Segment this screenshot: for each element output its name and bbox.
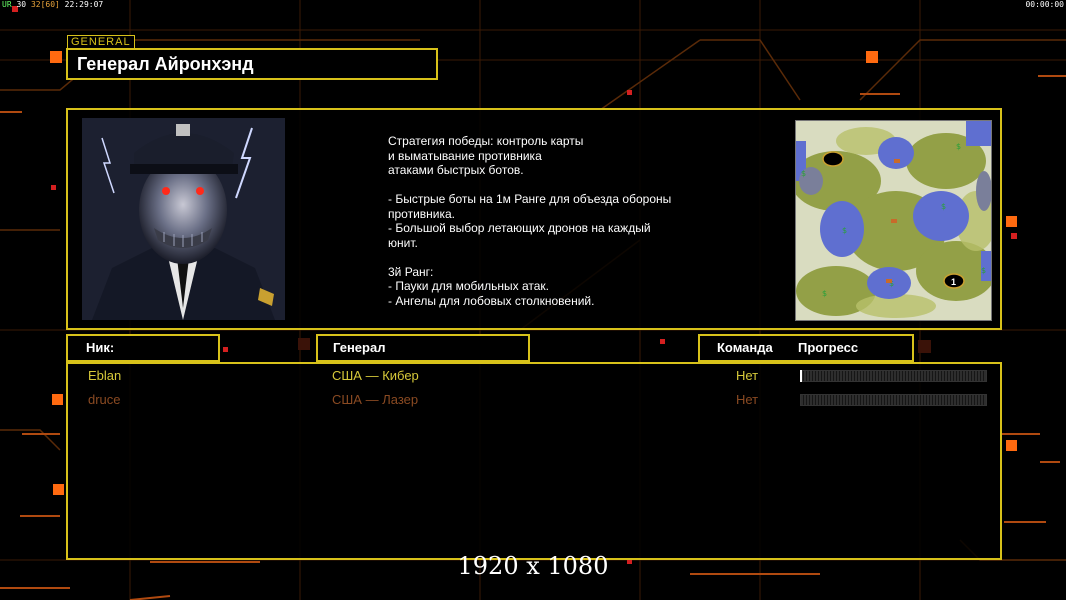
progress-cursor bbox=[800, 370, 802, 382]
map-preview[interactable]: $$$ $$$$ 1 bbox=[795, 120, 992, 321]
svg-text:$: $ bbox=[981, 266, 986, 275]
game-timer: 00:00:00 bbox=[1025, 0, 1064, 9]
general-title-box: Генерал Айронхэнд bbox=[66, 48, 438, 80]
fps-value-a: 30 bbox=[16, 0, 27, 9]
header-nick-box: Ник: bbox=[66, 334, 220, 362]
strategy-description: Стратегия победы: контроль карты и вымат… bbox=[388, 134, 672, 308]
general-portrait bbox=[82, 118, 285, 320]
fps-limit: [60] bbox=[40, 0, 60, 9]
player-row[interactable]: druce США — Лазер Нет bbox=[68, 392, 1000, 410]
player-team: Нет bbox=[736, 368, 759, 383]
fps-counter: UR 30 32[60] 22:29:07 bbox=[2, 0, 103, 9]
player-progress-bar bbox=[800, 394, 987, 406]
player-general: США — Лазер bbox=[332, 392, 419, 407]
player-team: Нет bbox=[736, 392, 759, 407]
player-nick: Eblan bbox=[88, 368, 122, 383]
header-general: Генерал bbox=[333, 340, 386, 355]
fps-value-b: 32 bbox=[30, 0, 41, 9]
general-tag: GENERAL bbox=[67, 35, 135, 49]
header-general-box: Генерал bbox=[316, 334, 530, 362]
player-row[interactable]: Eblan США — Кибер Нет bbox=[68, 368, 1000, 386]
header-progress: Прогресс bbox=[798, 340, 859, 355]
svg-text:$: $ bbox=[956, 142, 961, 151]
page-title: Генерал Айронхэнд bbox=[77, 54, 254, 74]
svg-text:$: $ bbox=[801, 169, 806, 178]
player-nick: druce bbox=[88, 392, 121, 407]
fps-label: UR bbox=[2, 0, 12, 9]
player-progress-bar bbox=[800, 370, 987, 382]
players-panel: Eblan США — Кибер Нет druce США — Лазер … bbox=[66, 362, 1002, 560]
header-team: Команда bbox=[717, 340, 773, 355]
general-info-panel: Стратегия победы: контроль карты и вымат… bbox=[66, 108, 1002, 330]
svg-text:$: $ bbox=[822, 289, 827, 298]
header-team-progress-box: Команда Прогресс bbox=[698, 334, 914, 362]
header-nick: Ник: bbox=[86, 340, 115, 355]
player-general: США — Кибер bbox=[332, 368, 419, 383]
start-marker-1: 1 bbox=[951, 277, 956, 287]
svg-text:$: $ bbox=[941, 202, 946, 211]
resolution-label: 1920 x 1080 bbox=[457, 552, 609, 580]
svg-text:$: $ bbox=[842, 226, 847, 235]
clock: 22:29:07 bbox=[64, 0, 104, 9]
